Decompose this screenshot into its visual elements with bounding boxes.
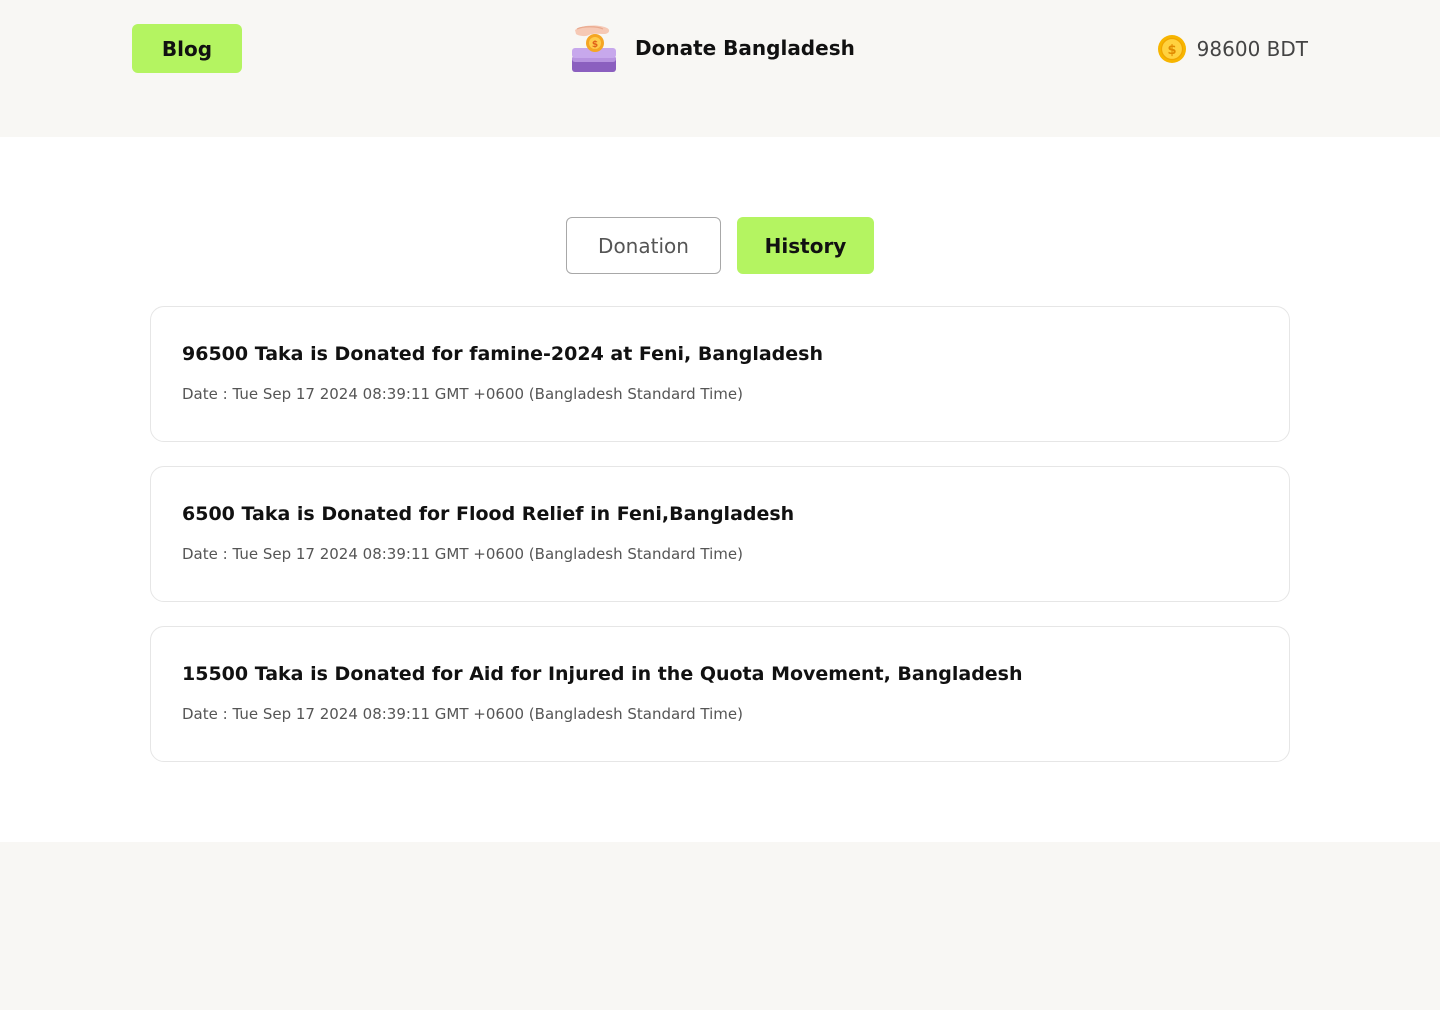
svg-text:$: $ — [1167, 43, 1176, 58]
coin-icon: $ — [1157, 35, 1186, 63]
donation-box-icon: $ — [572, 25, 616, 72]
history-date: Date : Tue Sep 17 2024 08:39:11 GMT +060… — [182, 385, 743, 403]
tab-history[interactable]: History — [737, 217, 874, 274]
main-content: Donation History 96500 Taka is Donated f… — [0, 137, 1440, 842]
history-date: Date : Tue Sep 17 2024 08:39:11 GMT +060… — [182, 705, 743, 723]
site-header: Blog $ Donate Bangladesh $ 98600 BDT — [0, 0, 1440, 137]
balance-amount: 98600 BDT — [1196, 37, 1308, 61]
history-card: 6500 Taka is Donated for Flood Relief in… — [150, 466, 1290, 602]
history-title: 15500 Taka is Donated for Aid for Injure… — [182, 663, 1023, 685]
history-card: 96500 Taka is Donated for famine-2024 at… — [150, 306, 1290, 442]
tab-donation[interactable]: Donation — [566, 217, 721, 274]
history-title: 6500 Taka is Donated for Flood Relief in… — [182, 503, 795, 525]
tab-bar: Donation History — [0, 217, 1440, 274]
page-footer — [0, 842, 1440, 1010]
balance-display: $ 98600 BDT — [1157, 33, 1308, 65]
history-card: 15500 Taka is Donated for Aid for Injure… — [150, 626, 1290, 762]
blog-button[interactable]: Blog — [132, 24, 242, 73]
brand[interactable]: $ Donate Bangladesh — [569, 22, 855, 74]
svg-text:$: $ — [592, 40, 598, 50]
history-date: Date : Tue Sep 17 2024 08:39:11 GMT +060… — [182, 545, 743, 563]
history-title: 96500 Taka is Donated for famine-2024 at… — [182, 343, 823, 365]
brand-title: Donate Bangladesh — [635, 36, 855, 60]
history-list: 96500 Taka is Donated for famine-2024 at… — [150, 306, 1290, 786]
